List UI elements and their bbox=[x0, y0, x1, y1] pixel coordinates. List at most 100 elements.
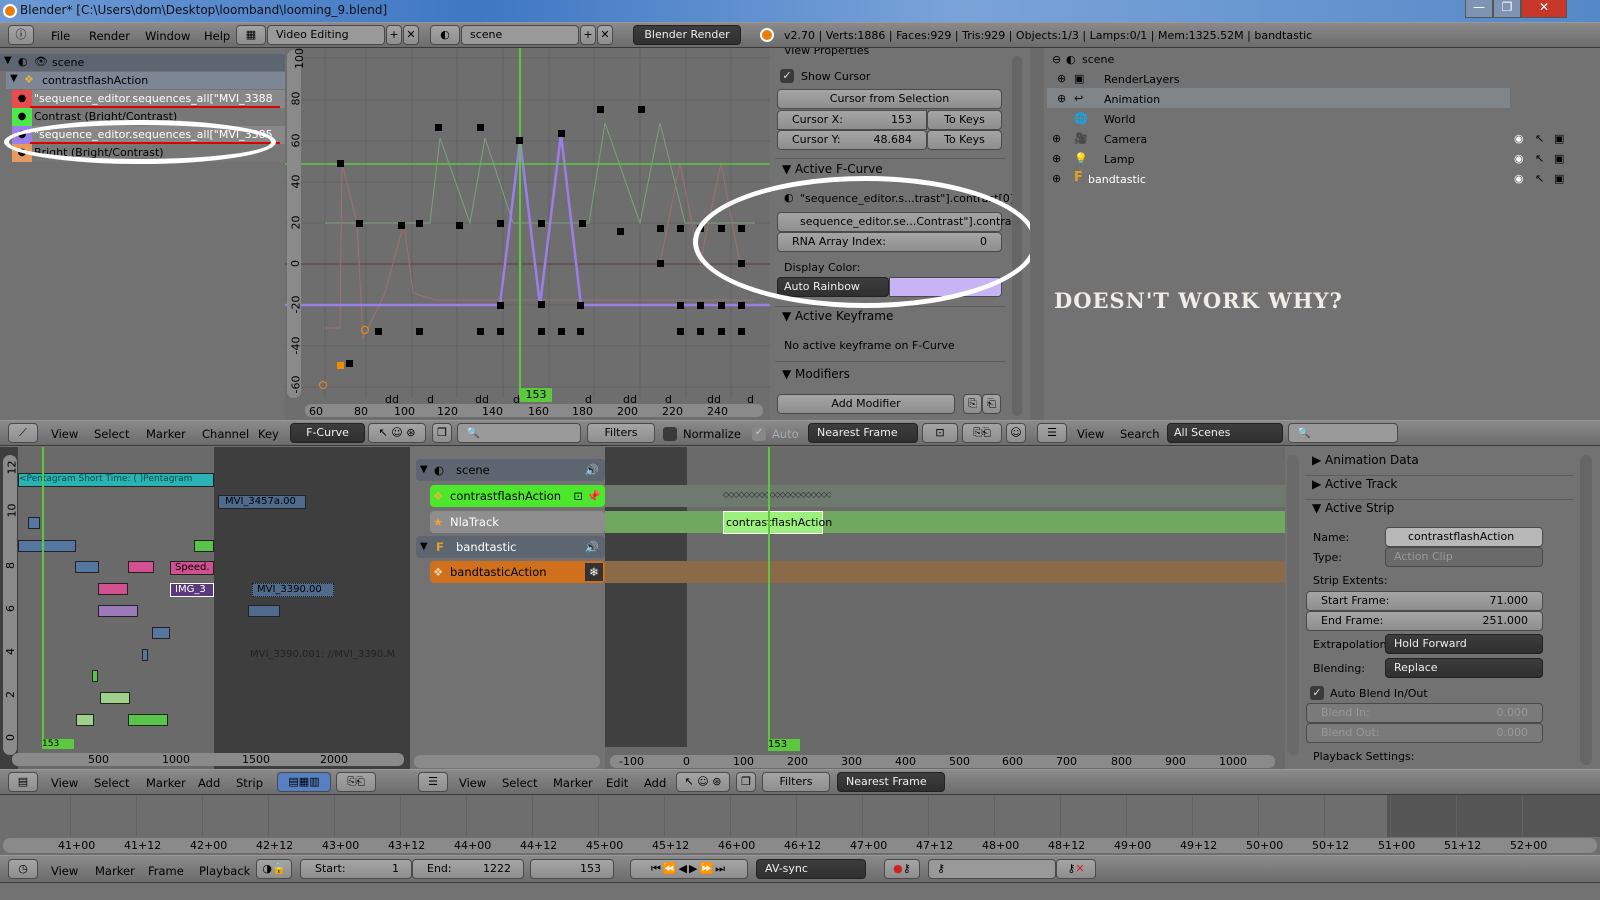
keyframe[interactable] bbox=[477, 328, 484, 335]
expand-icon[interactable]: ⊕ bbox=[1052, 152, 1061, 165]
menu-edit[interactable]: Edit bbox=[606, 776, 628, 790]
sequence-strip-label[interactable]: MVI_3390.001: //MVI_3390.M bbox=[250, 649, 395, 660]
delete-scene-button[interactable]: ✕ bbox=[597, 25, 613, 45]
keyframe[interactable] bbox=[617, 228, 624, 235]
include-missing-icon[interactable]: ❒ bbox=[736, 772, 756, 792]
menu-strip[interactable]: Strip bbox=[236, 776, 263, 790]
cursor-from-selection-button[interactable]: Cursor from Selection bbox=[777, 89, 1002, 109]
panel-header-animation-data[interactable]: ▶ Animation Data bbox=[1312, 453, 1419, 467]
screen-layout-icon[interactable]: ▦ bbox=[236, 25, 266, 45]
ghost-icon[interactable]: ☺ bbox=[1006, 423, 1026, 443]
keyframe[interactable] bbox=[738, 302, 745, 309]
copy-paste-icons[interactable]: ⎘⎗ bbox=[336, 772, 376, 792]
keyframe[interactable] bbox=[538, 301, 545, 308]
keyframe[interactable] bbox=[337, 160, 344, 167]
expand-icon[interactable]: ⊕ bbox=[1052, 132, 1061, 145]
sequence-strip[interactable] bbox=[128, 714, 168, 726]
keyframe[interactable] bbox=[677, 302, 684, 309]
menu-view[interactable]: View bbox=[459, 776, 486, 790]
select-arrow-icon[interactable]: ↖ bbox=[1535, 132, 1544, 145]
cursor-x-to-keys-button[interactable]: To Keys bbox=[927, 110, 1002, 130]
menu-marker[interactable]: Marker bbox=[146, 776, 186, 790]
info-editor-type-button[interactable]: ⓘ bbox=[8, 25, 34, 45]
end-frame-field[interactable]: End: 1222 bbox=[412, 859, 524, 879]
outliner-search-input[interactable]: 🔍 bbox=[1288, 423, 1398, 443]
copy-paste-keys-icon[interactable]: ⎘⎗ bbox=[962, 423, 1002, 443]
keyframe[interactable] bbox=[516, 137, 523, 144]
collapse-icon[interactable]: ⊖ bbox=[1052, 53, 1061, 66]
menu-search[interactable]: Search bbox=[1120, 427, 1160, 441]
editor-type-sequencer-icon[interactable]: ▤ bbox=[8, 772, 38, 792]
menu-key[interactable]: Key bbox=[258, 427, 279, 441]
keyframe[interactable] bbox=[477, 124, 484, 131]
display-mode-select[interactable]: All Scenes bbox=[1167, 423, 1283, 443]
menu-view[interactable]: View bbox=[51, 864, 78, 878]
keyframe[interactable] bbox=[558, 328, 565, 335]
keyframe[interactable] bbox=[597, 106, 604, 113]
current-frame-indicator[interactable]: 153 bbox=[768, 739, 800, 751]
sequence-strip[interactable] bbox=[128, 561, 154, 573]
editor-type-nla-icon[interactable]: ☰ bbox=[418, 772, 448, 792]
speaker-icon[interactable]: 🔊 bbox=[585, 536, 599, 558]
sequence-strip[interactable]: MVI_3390.00 bbox=[252, 583, 334, 597]
keyframe[interactable] bbox=[697, 302, 704, 309]
expand-icon[interactable]: ▼ bbox=[420, 459, 428, 481]
filters-button[interactable]: Filters bbox=[587, 423, 655, 443]
speaker-icon[interactable]: 🔊 bbox=[585, 459, 599, 481]
nla-channel-action[interactable]: ❖ bandtasticAction ❄ bbox=[430, 561, 605, 583]
normalize-checkbox[interactable] bbox=[663, 427, 677, 441]
keyframe[interactable] bbox=[718, 302, 725, 309]
sequence-strip[interactable] bbox=[100, 692, 130, 704]
sequence-strip[interactable] bbox=[142, 649, 148, 661]
nla-strip-view[interactable]: ◇◇◇◇◇◇◇◇◇◇◇◇◇◇◇◇◇◇◇◇◇◇◇◇ contrastflashAc… bbox=[605, 447, 1285, 769]
panel-header-active-strip[interactable]: ▼ Active Strip bbox=[1312, 501, 1394, 515]
keyframe[interactable] bbox=[579, 220, 586, 227]
current-frame-field[interactable]: 153 bbox=[530, 859, 614, 879]
channel-action[interactable]: ▼ ❖ contrastflashAction bbox=[6, 72, 285, 89]
sync-mode-select[interactable]: AV-sync bbox=[756, 859, 866, 879]
menu-window[interactable]: Window bbox=[145, 29, 190, 43]
visibility-eye-icon[interactable]: ◉ bbox=[1514, 132, 1524, 145]
render-camera-icon[interactable]: ▣ bbox=[1554, 152, 1564, 165]
pin-icon[interactable]: 📌 bbox=[587, 485, 601, 507]
keyframe[interactable] bbox=[718, 328, 725, 335]
tweak-mode-icon[interactable]: ❄ bbox=[585, 563, 603, 581]
delete-screen-button[interactable]: ✕ bbox=[403, 25, 419, 45]
menu-add[interactable]: Add bbox=[198, 776, 220, 790]
cursor-x-field[interactable]: Cursor X: 153 bbox=[777, 110, 927, 130]
current-frame-indicator[interactable]: 153 bbox=[520, 388, 552, 402]
keyframe-selected[interactable] bbox=[337, 362, 344, 369]
add-scene-button[interactable]: + bbox=[580, 25, 596, 45]
cursor-y-to-keys-button[interactable]: To Keys bbox=[927, 130, 1002, 150]
editor-type-timeline-icon[interactable]: ◷ bbox=[8, 859, 38, 879]
menu-view[interactable]: View bbox=[51, 427, 78, 441]
outliner-item-scene[interactable]: scene bbox=[1082, 53, 1114, 66]
keying-set-field[interactable]: ⚷ bbox=[928, 859, 1056, 879]
start-frame-field[interactable]: Start Frame: 71.000 bbox=[1306, 591, 1543, 611]
expand-icon[interactable]: ▼ bbox=[10, 73, 18, 84]
expand-icon[interactable]: ⊕ bbox=[1057, 72, 1066, 85]
end-frame-field[interactable]: End Frame: 251.000 bbox=[1306, 611, 1543, 631]
keyframe[interactable] bbox=[497, 302, 504, 309]
select-arrow-icon[interactable]: ↖ bbox=[1535, 172, 1544, 185]
sequence-strip[interactable] bbox=[98, 605, 138, 617]
keyframe[interactable] bbox=[677, 225, 684, 232]
sequence-strip[interactable]: MVI_3457a.00 bbox=[218, 495, 306, 509]
cursor-y-field[interactable]: Cursor Y: 48.684 bbox=[777, 130, 927, 150]
push-down-icon[interactable]: ⊡ bbox=[573, 485, 583, 507]
minimize-button[interactable]: — bbox=[1465, 0, 1493, 18]
selection-filter-icons[interactable]: ↖ ☺ ⊛ bbox=[368, 423, 426, 443]
keyframe[interactable] bbox=[697, 328, 704, 335]
menu-channel[interactable]: Channel bbox=[202, 427, 249, 441]
filters-button[interactable]: Filters bbox=[762, 772, 830, 792]
menu-playback[interactable]: Playback bbox=[199, 864, 250, 878]
sequence-strip[interactable] bbox=[75, 561, 99, 573]
outliner-item-camera[interactable]: Camera bbox=[1104, 133, 1147, 146]
sequence-strip[interactable]: Speed. bbox=[170, 561, 214, 575]
keyframe[interactable] bbox=[538, 328, 545, 335]
insert-delete-keyframe-icons[interactable]: ⚷✕ bbox=[1056, 859, 1096, 879]
menu-help[interactable]: Help bbox=[204, 29, 230, 43]
keyframe[interactable] bbox=[416, 328, 423, 335]
keyframe[interactable] bbox=[346, 360, 353, 367]
keyframe[interactable] bbox=[398, 222, 405, 229]
